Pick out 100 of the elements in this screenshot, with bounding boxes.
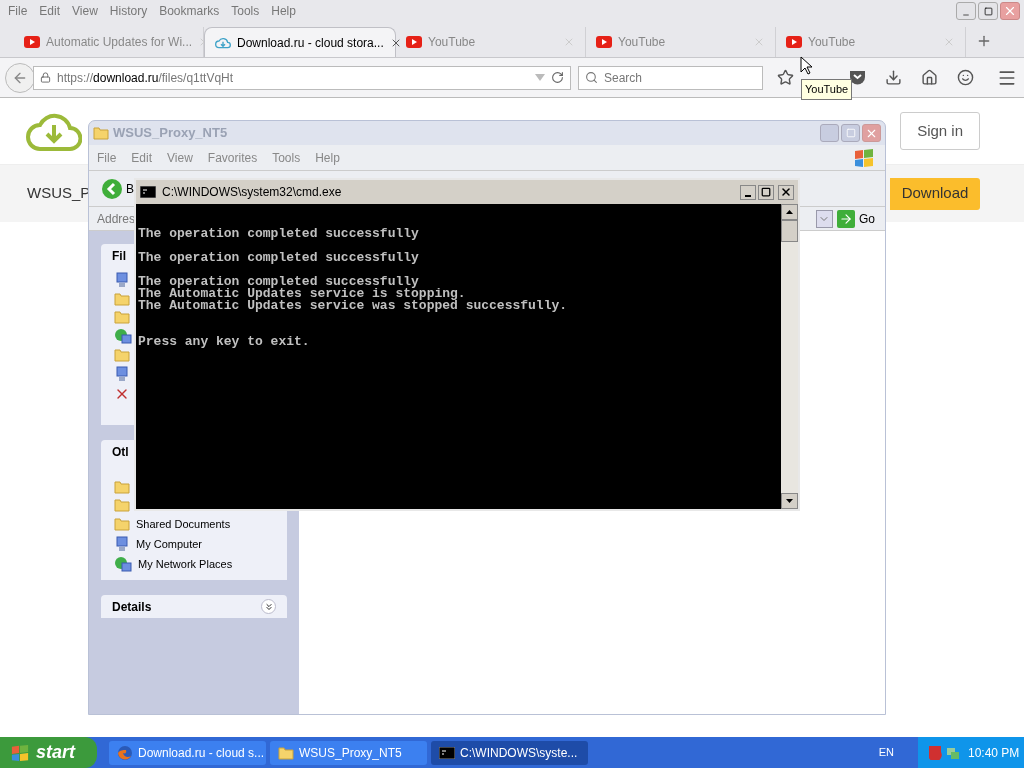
console-icon [439, 746, 455, 759]
scroll-up-icon [786, 210, 793, 214]
window-title: C:\WINDOWS\system32\cmd.exe [162, 184, 342, 201]
menu-item[interactable]: File [97, 148, 117, 167]
address-dropdown[interactable] [816, 209, 833, 228]
clock: 10:40 PM [968, 744, 1020, 762]
file-title: WSUS_P [27, 183, 91, 204]
taskbar-button[interactable]: C:\WINDOWS\syste... [431, 740, 588, 765]
tab-title: Download.ru - cloud stora... [237, 34, 384, 52]
computer-icon [114, 272, 130, 288]
tab-title: YouTube [428, 34, 476, 51]
console-line: The operation completed successfully [138, 276, 419, 288]
menu-item[interactable]: Edit [39, 2, 61, 20]
place-link[interactable]: Shared Documents [136, 515, 231, 533]
scroll-thumb[interactable] [781, 220, 798, 242]
window-title: WSUS_Proxy_NT5 [113, 124, 228, 143]
folder-icon [114, 292, 130, 306]
menu-item[interactable]: Bookmarks [159, 2, 220, 20]
folder-icon [93, 126, 109, 140]
computer-icon [114, 366, 130, 382]
chat-icon[interactable] [957, 69, 974, 86]
folder-icon [114, 310, 130, 324]
lock-icon [40, 72, 51, 83]
folder-icon [114, 498, 130, 512]
back-button[interactable] [5, 62, 35, 93]
place-link[interactable]: My Network Places [138, 555, 233, 573]
menu-item[interactable]: Help [315, 148, 340, 167]
console-line: The operation completed successfully [138, 228, 420, 240]
restore-button[interactable] [978, 2, 998, 20]
windows-flag-icon [10, 743, 30, 762]
download-button[interactable]: Download [890, 177, 980, 210]
folder-icon [114, 480, 130, 494]
tooltip: YouTube [801, 79, 853, 100]
tab-title: Automatic Updates for Wi... [46, 34, 193, 51]
console-line: Press any key to exit. [138, 336, 311, 348]
dropdown-triangle-icon[interactable] [535, 74, 545, 81]
menu-item[interactable]: View [72, 2, 98, 20]
download-icon[interactable] [885, 69, 902, 86]
reload-icon[interactable] [551, 71, 564, 84]
place-link[interactable]: My Computer [136, 535, 203, 553]
globe-computer-icon [114, 556, 132, 572]
folder-icon [114, 517, 130, 531]
box-title: Fil [112, 248, 126, 265]
details-header[interactable]: Details [101, 595, 287, 618]
scroll-down-icon [786, 499, 793, 503]
close-icon [1003, 4, 1017, 18]
cloud-download-logo [26, 111, 82, 151]
menu-item[interactable]: Help [271, 2, 296, 20]
search-icon [585, 71, 598, 84]
address-label: Addres [97, 210, 136, 228]
computer-icon [114, 536, 130, 552]
shield-icon[interactable] [849, 70, 866, 85]
console-icon [140, 186, 156, 198]
taskbar-button[interactable]: WSUS_Proxy_NT5 [270, 740, 427, 765]
browser-icon [117, 744, 133, 761]
console-line: The operation completed successfully [138, 252, 420, 264]
address-field[interactable]: https://download.ru/files/q1ttVqHt [33, 65, 571, 90]
vertical-scrollbar[interactable] [781, 204, 798, 509]
menu-item[interactable]: Tools [272, 148, 301, 167]
menu-item[interactable]: Favorites [207, 148, 258, 167]
menu-item[interactable]: History [109, 2, 148, 20]
maximize-button[interactable] [758, 184, 774, 200]
taskbar-button[interactable]: Download.ru - cloud s... [109, 740, 266, 765]
video-play-icon [24, 36, 40, 48]
video-play-icon [596, 36, 612, 48]
folder-icon [114, 348, 130, 362]
video-play-icon [786, 36, 802, 48]
minimize-icon [745, 194, 751, 197]
box-title: Otl [112, 444, 129, 461]
globe-computer-icon [114, 328, 132, 344]
bookmark-star-icon[interactable] [777, 69, 794, 86]
minimize-icon [962, 11, 970, 19]
windows-flag-icon [853, 147, 875, 168]
back-label: B [126, 180, 134, 198]
browser-tab[interactable]: YouTube [396, 27, 586, 57]
menu-item[interactable]: Tools [231, 2, 260, 20]
menu-item[interactable]: File [8, 2, 28, 20]
video-play-icon [406, 36, 422, 48]
network-icon[interactable] [946, 745, 960, 760]
maximize-icon [845, 128, 856, 138]
sign-in-button[interactable]: Sign in [900, 111, 980, 151]
browser-tab[interactable]: YouTube [586, 27, 776, 57]
search-placeholder: Search [604, 69, 643, 87]
search-field[interactable]: Search [578, 65, 763, 90]
console-line: The Automatic Updates service was stopped successfully. [138, 300, 569, 312]
language-indicator[interactable]: EN [878, 744, 894, 761]
go-button[interactable]: Go [837, 209, 875, 228]
browser-tab[interactable]: YouTube [776, 27, 966, 57]
url-text: https://download.ru/files/q1ttVqHt [57, 69, 234, 87]
console-line: The Automatic Updates service is stopping. [138, 288, 466, 300]
home-icon[interactable] [921, 69, 938, 86]
start-button[interactable]: start [0, 737, 97, 768]
menu-item[interactable]: View [167, 148, 193, 167]
folder-icon [278, 745, 294, 760]
collapse-chevron-icon[interactable] [261, 599, 276, 614]
new-tab-icon[interactable] [976, 33, 992, 49]
tab-title: YouTube [808, 34, 856, 51]
menu-item[interactable]: Edit [131, 148, 153, 167]
minimize-button[interactable] [740, 184, 756, 200]
close-button[interactable] [778, 184, 794, 200]
